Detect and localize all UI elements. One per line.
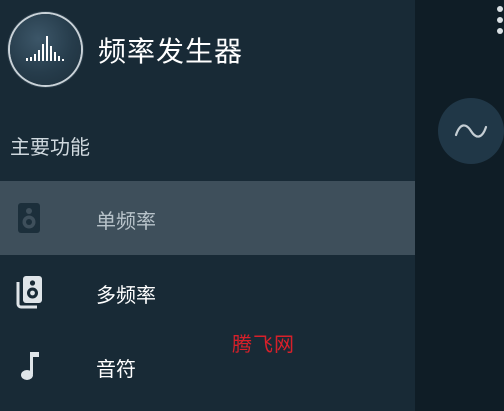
drawer-item-label: 音符: [96, 357, 136, 381]
app-logo: [10, 14, 81, 85]
multi-speaker-icon: [14, 272, 44, 312]
sine-wave-icon: [454, 124, 488, 138]
drawer-item-notes[interactable]: 音符: [0, 329, 415, 403]
music-note-icon: [14, 346, 44, 386]
waveform-button[interactable]: [438, 98, 504, 164]
app-title: 频率发生器: [98, 35, 244, 68]
navigation-drawer: 频率发生器 主要功能 单频率 多频率 音符 腾飞网: [0, 0, 415, 411]
speaker-icon: [14, 198, 44, 238]
drawer-item-single-frequency[interactable]: 单频率: [0, 181, 415, 255]
drawer-item-multi-frequency[interactable]: 多频率: [0, 255, 415, 329]
watermark: 腾飞网: [232, 332, 295, 356]
section-label: 主要功能: [10, 135, 90, 159]
drawer-item-label: 多频率: [96, 283, 156, 307]
main-content-panel: [415, 0, 504, 411]
drawer-item-label: 单频率: [96, 209, 156, 233]
overflow-menu-icon[interactable]: [495, 6, 504, 36]
frequency-bars-icon: [26, 36, 64, 61]
